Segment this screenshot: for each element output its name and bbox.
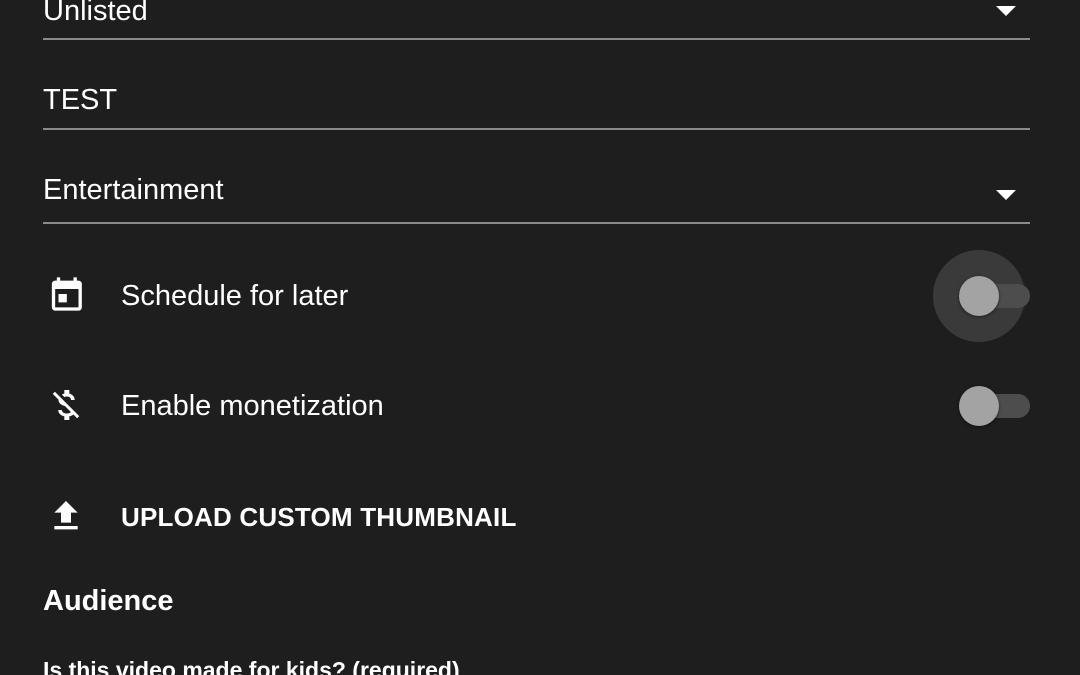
made-for-kids-question: Is this video made for kids? (required) (43, 657, 460, 675)
schedule-toggle[interactable] (933, 250, 1032, 342)
schedule-label: Schedule for later (121, 280, 349, 312)
category-dropdown[interactable]: Entertainment (43, 160, 1030, 224)
upload-thumbnail-label: UPLOAD CUSTOM THUMBNAIL (121, 502, 517, 532)
upload-icon (54, 501, 78, 530)
visibility-value: Unlisted (43, 0, 148, 27)
audience-heading: Audience (43, 585, 174, 617)
upload-details-form: Unlisted TEST Entertainment Schedule for… (0, 0, 1080, 675)
upload-thumbnail-button[interactable]: UPLOAD CUSTOM THUMBNAIL (0, 474, 1080, 558)
calendar-icon (51, 277, 82, 311)
monetization-row: Enable monetization (0, 360, 1080, 452)
category-value: Entertainment (43, 174, 224, 206)
monetization-toggle[interactable] (958, 386, 1032, 426)
title-field[interactable]: TEST (43, 72, 1030, 130)
chevron-down-icon (996, 6, 1016, 16)
chevron-down-icon (996, 190, 1016, 200)
visibility-dropdown[interactable]: Unlisted (43, 0, 1030, 40)
schedule-row: Schedule for later (0, 250, 1080, 342)
money-off-icon (52, 390, 80, 420)
monetization-label: Enable monetization (121, 390, 384, 422)
toggle-knob (959, 276, 999, 316)
title-value: TEST (43, 84, 118, 116)
toggle-knob (959, 386, 999, 426)
